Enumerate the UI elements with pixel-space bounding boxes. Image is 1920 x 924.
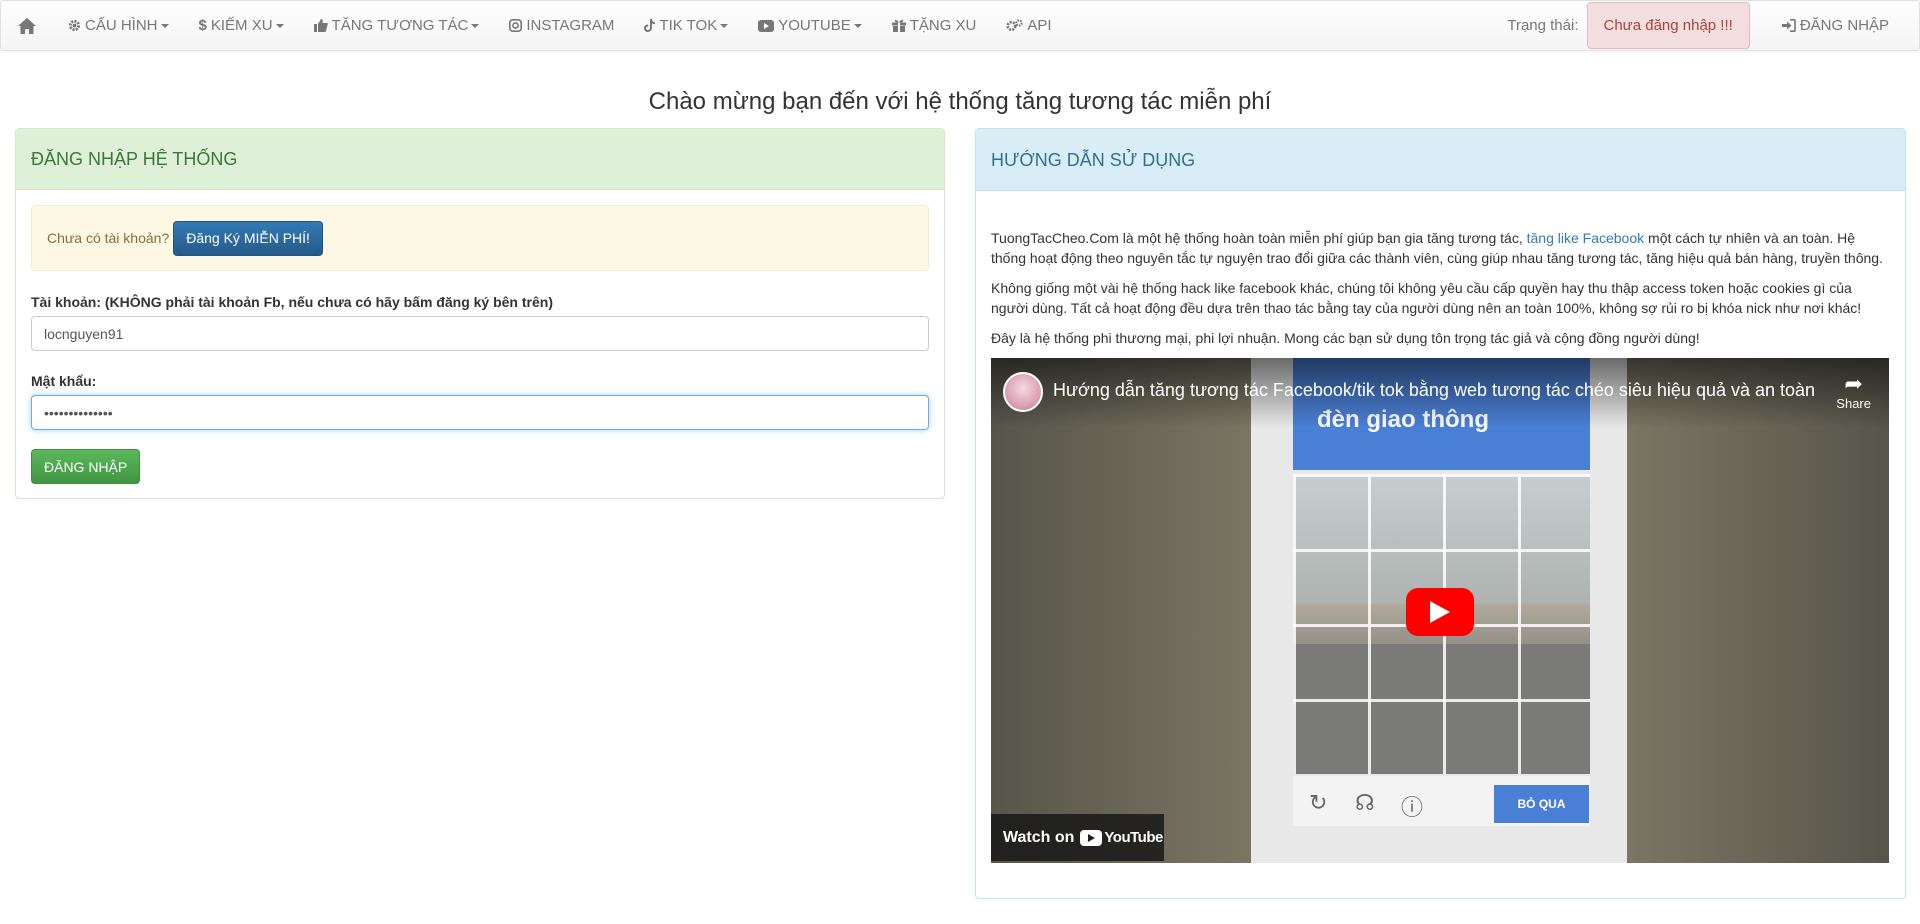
youtube-logo: YouTube <box>1080 829 1163 846</box>
refresh-icon: ↻ <box>1309 790 1328 815</box>
youtube-icon <box>758 19 775 32</box>
dollar-icon: $ <box>198 17 207 34</box>
play-button[interactable] <box>1406 588 1474 636</box>
guide-text-span: TuongTacCheo.Com là một hệ thống hoàn to… <box>991 230 1527 246</box>
share-label: Share <box>1836 396 1871 411</box>
nav-label: YOUTUBE <box>778 17 851 34</box>
nav-label: TẶNG XU <box>909 17 977 34</box>
tiktok-icon <box>644 19 656 32</box>
nav-label: KIẾM XU <box>210 17 273 34</box>
watch-on-youtube-button[interactable]: Watch on YouTube <box>991 814 1164 861</box>
nav-login-link[interactable]: ĐĂNG NHẬP <box>1766 17 1919 34</box>
status-badge: Chưa đăng nhập !!! <box>1586 2 1750 49</box>
gear-icon <box>68 19 81 32</box>
nav-label: TIK TOK <box>659 17 718 34</box>
guide-text: TuongTacCheo.Com là một hệ thống hoàn to… <box>991 228 1891 358</box>
nav-cau-hinh[interactable]: CẤU HÌNH <box>53 0 184 51</box>
register-button[interactable]: Đăng Ký MIỄN PHÍ! <box>173 220 323 256</box>
caret-down-icon <box>471 23 480 28</box>
thumbs-up-icon <box>313 19 328 32</box>
caret-down-icon <box>275 23 284 28</box>
gears-icon <box>1006 19 1024 32</box>
channel-avatar[interactable] <box>1003 372 1043 412</box>
nav-youtube[interactable]: YOUTUBE <box>743 0 877 51</box>
login-button[interactable]: ĐĂNG NHẬP <box>31 449 141 484</box>
nav-tik-tok[interactable]: TIK TOK <box>629 0 743 51</box>
nav-label: TĂNG TƯƠNG TÁC <box>331 17 469 34</box>
nav-tang-xu[interactable]: TẶNG XU <box>877 0 992 51</box>
captcha-skip-button: BỎ QUA <box>1494 785 1589 823</box>
page-title: Chào mừng bạn đến với hệ thống tăng tươn… <box>648 88 1272 115</box>
register-alert: Chưa có tài khoản? Đăng Ký MIỄN PHÍ! <box>31 205 929 271</box>
password-input[interactable] <box>31 395 929 430</box>
facebook-like-link[interactable]: tăng like Facebook <box>1527 230 1645 246</box>
sign-in-icon <box>1781 19 1796 32</box>
watch-on-label: Watch on <box>1003 828 1075 846</box>
nav-login-label: ĐĂNG NHẬP <box>1799 17 1889 34</box>
guide-panel: HƯỚNG DẪN SỬ DỤNG TuongTacCheo.Com là mộ… <box>975 128 1906 899</box>
share-icon: ➦ <box>1844 371 1863 396</box>
no-account-text: Chưa có tài khoản? <box>47 230 170 246</box>
info-icon: ⓘ <box>1401 795 1424 820</box>
headphones-icon: ☊ <box>1355 790 1375 815</box>
account-input[interactable] <box>31 316 929 351</box>
youtube-video-embed[interactable]: đèn giao thông ↻ ☊ ⓘ BỎ QUA Hướng dẫn tă… <box>991 358 1889 863</box>
account-label: Tài khoản: (KHÔNG phải tài khoản Fb, nếu… <box>31 294 553 310</box>
guide-panel-title: HƯỚNG DẪN SỬ DỤNG <box>976 129 1905 191</box>
nav-kiem-xu[interactable]: $ KIẾM XU <box>184 0 299 51</box>
top-navbar: CẤU HÌNH $ KIẾM XU TĂNG TƯƠNG TÁC INSTAG… <box>0 0 1920 51</box>
youtube-logo-text: YouTube <box>1104 829 1163 846</box>
caret-down-icon <box>160 23 169 28</box>
nav-instagram[interactable]: INSTAGRAM <box>494 0 629 51</box>
caret-down-icon <box>720 23 729 28</box>
play-icon <box>1430 601 1450 623</box>
video-title[interactable]: Hướng dẫn tăng tương tác Facebook/tik to… <box>1053 380 1815 401</box>
home-icon[interactable] <box>1 0 53 51</box>
nav-tang-tuong-tac[interactable]: TĂNG TƯƠNG TÁC <box>299 0 495 51</box>
nav-label: CẤU HÌNH <box>85 17 158 34</box>
guide-paragraph-2: Không giống một vài hệ thống hack like f… <box>991 280 1862 316</box>
password-label: Mật khẩu: <box>31 373 97 389</box>
youtube-logo-icon <box>1080 829 1103 846</box>
login-panel: ĐĂNG NHẬP HỆ THỐNG Chưa có tài khoản? Đă… <box>15 128 945 499</box>
nav-label: API <box>1027 17 1052 34</box>
caret-down-icon <box>853 23 862 28</box>
nav-api[interactable]: API <box>991 0 1066 51</box>
guide-paragraph-3: Đây là hệ thống phi thương mại, phi lợi … <box>991 330 1700 346</box>
instagram-icon <box>509 19 523 32</box>
gift-icon <box>891 19 906 32</box>
share-button[interactable]: ➦ Share <box>1836 371 1871 412</box>
status-label: Trạng thái: <box>1507 17 1579 34</box>
login-panel-title: ĐĂNG NHẬP HỆ THỐNG <box>16 129 944 190</box>
nav-label: INSTAGRAM <box>526 17 615 34</box>
video-background <box>991 358 1251 863</box>
nav-right: Trạng thái: Chưa đăng nhập !!! ĐĂNG NHẬP <box>1507 0 1919 51</box>
video-background <box>1627 358 1889 863</box>
guide-paragraph-1: TuongTacCheo.Com là một hệ thống hoàn to… <box>991 228 1891 268</box>
